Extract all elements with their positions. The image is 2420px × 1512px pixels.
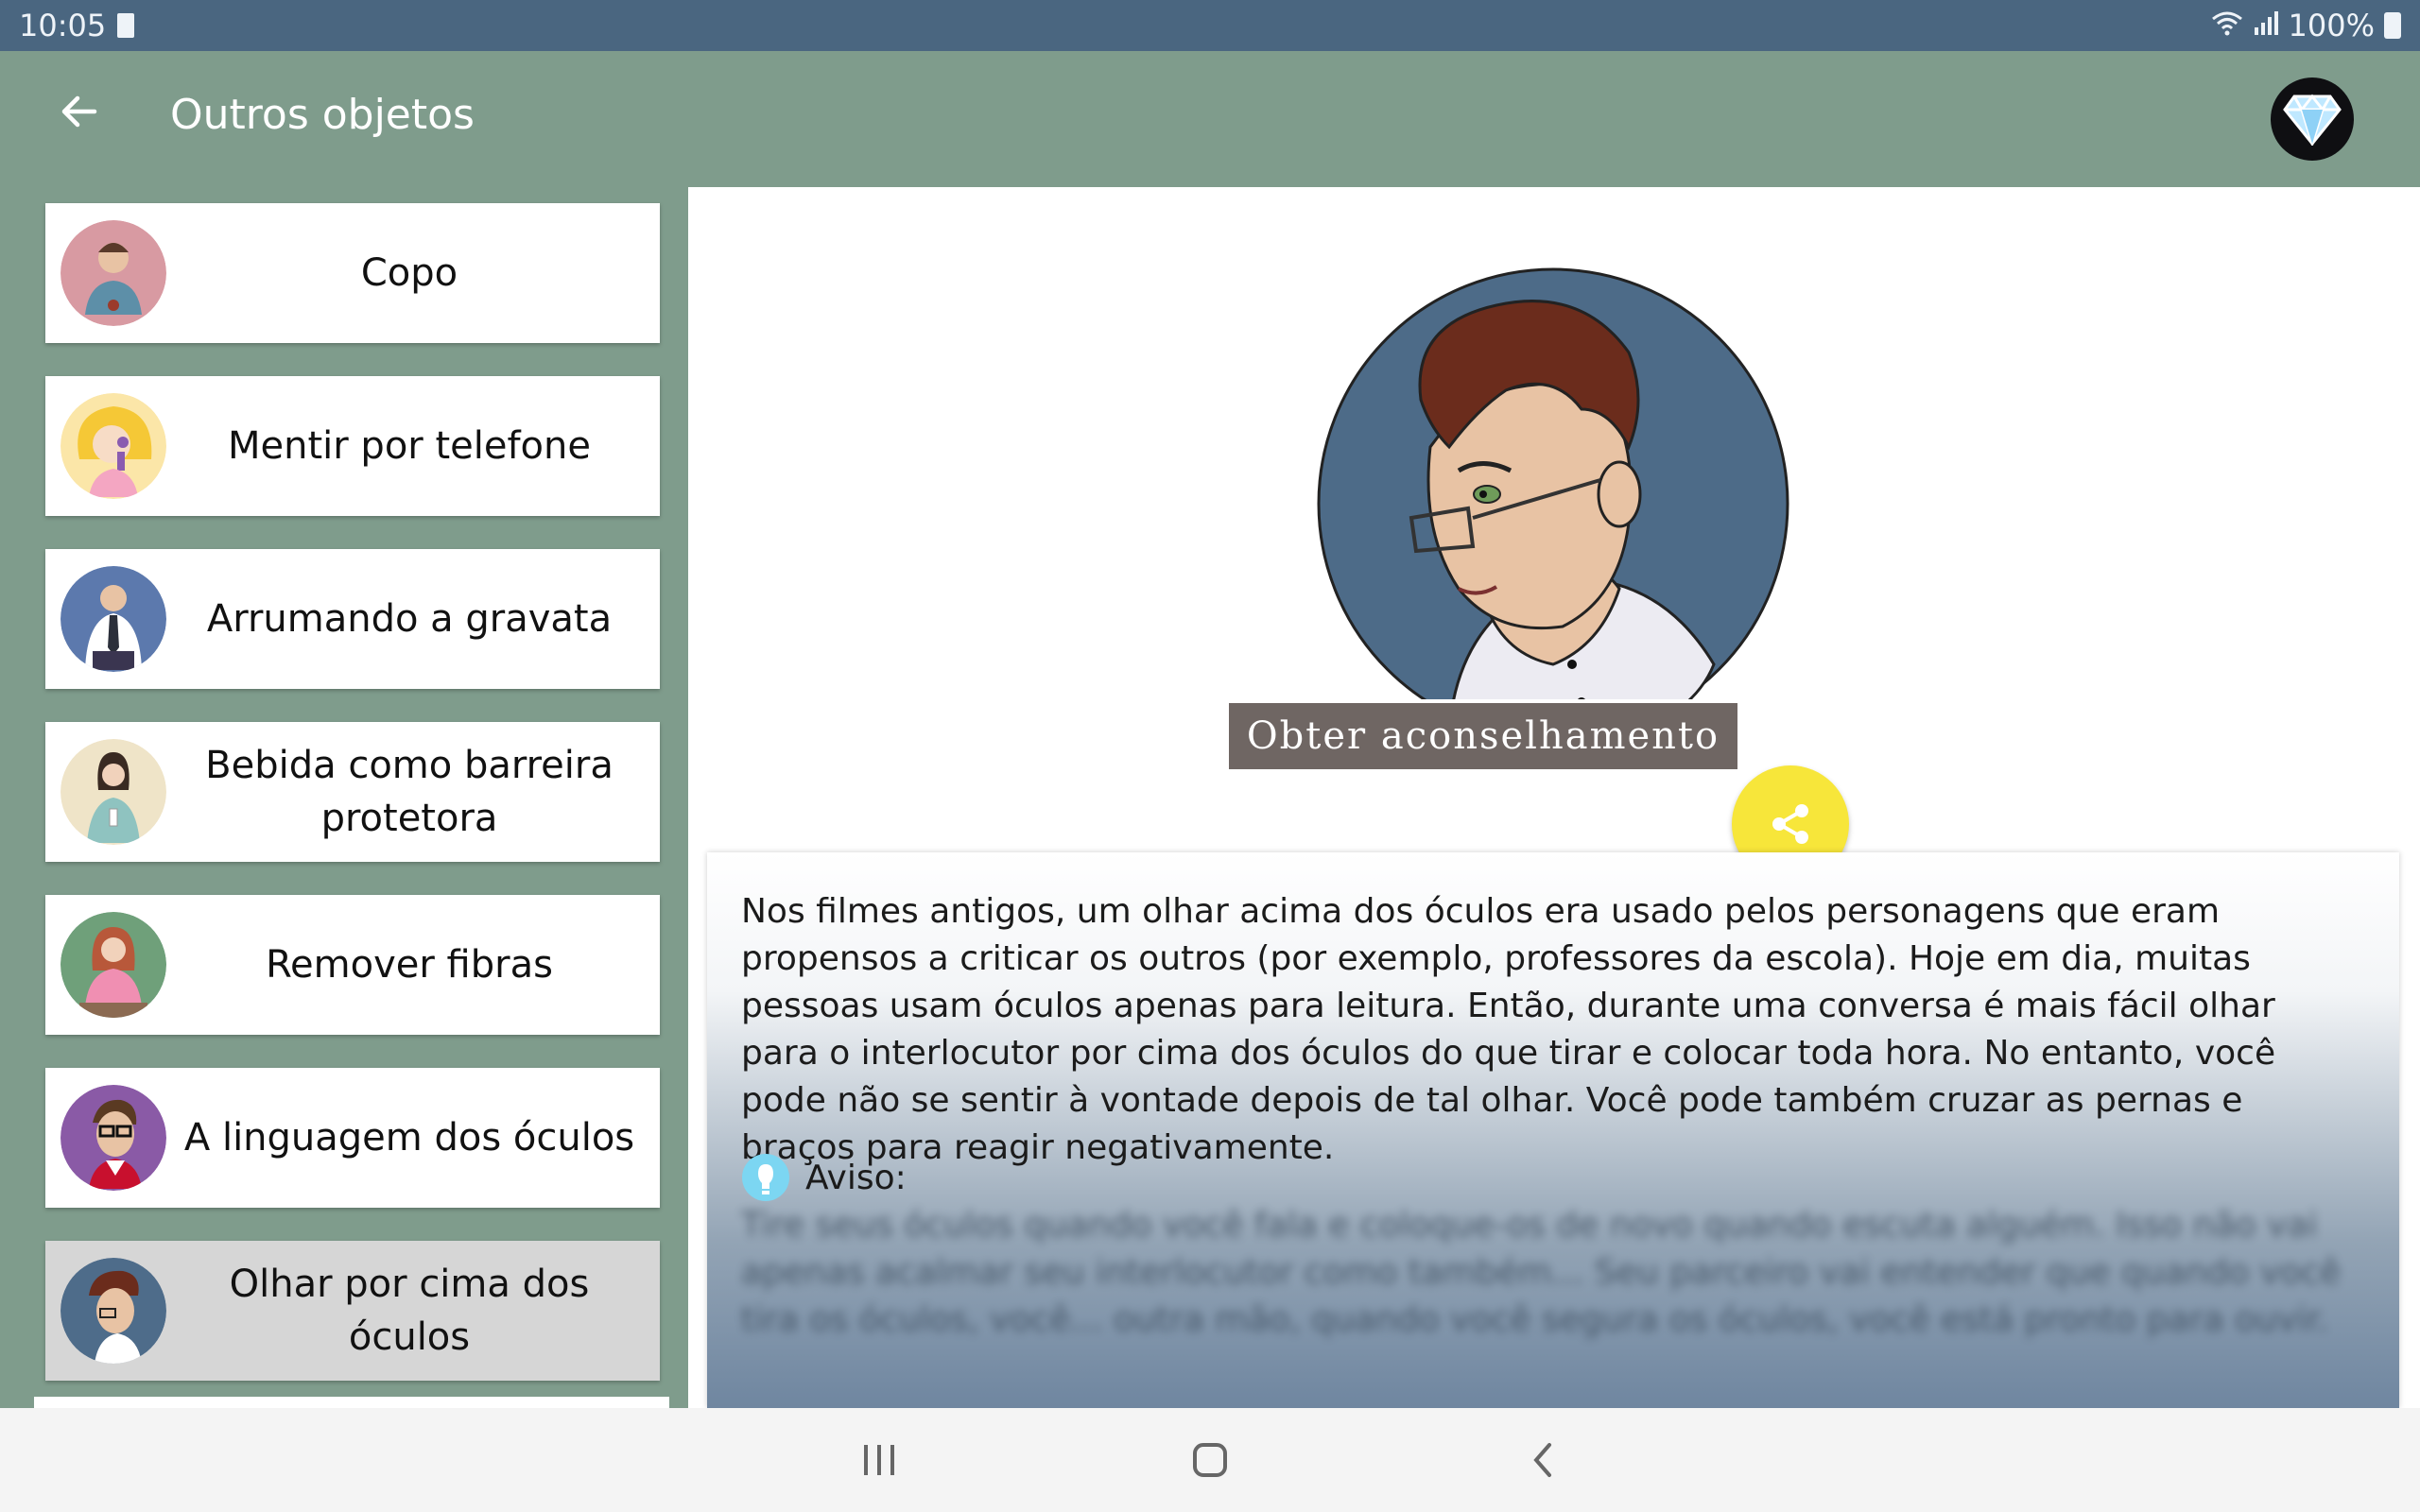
tip-blurred-text: Tire seus óculos quando você fala e colo… xyxy=(741,1206,2342,1339)
hero-illustration xyxy=(1317,267,1789,740)
avatar-fibers xyxy=(60,912,166,1018)
tip-header: Aviso: xyxy=(741,1153,907,1202)
list-item-label: Bebida como barreira protetora xyxy=(205,744,614,840)
status-bar: 10:05 100% xyxy=(0,0,2420,51)
recents-icon[interactable] xyxy=(841,1427,917,1493)
list-item-mentir-por-telefone[interactable]: Mentir por telefone xyxy=(45,376,660,516)
list-item-label: A linguagem dos óculos xyxy=(183,1116,635,1160)
list-item-label: Copo xyxy=(360,251,458,295)
avatar-over-glasses xyxy=(60,1258,166,1364)
description-card: Nos filmes antigos, um olhar acima dos ó… xyxy=(707,852,2399,1408)
description-text: Nos filmes antigos, um olhar acima dos ó… xyxy=(741,892,2276,1167)
list-item-remover-fibras[interactable]: Remover fibras xyxy=(45,895,660,1035)
diamond-icon xyxy=(2283,94,2342,146)
battery-saver-icon xyxy=(117,13,134,38)
status-time: 10:05 xyxy=(19,8,107,43)
premium-diamond-button[interactable] xyxy=(2271,77,2354,161)
signal-icon xyxy=(2253,10,2279,42)
list-item-label: Olhar por cima dos óculos xyxy=(229,1263,590,1359)
avatar-drink xyxy=(60,739,166,845)
home-icon[interactable] xyxy=(1172,1427,1248,1493)
page-title: Outros objetos xyxy=(170,91,475,139)
content-panel: Nos filmes antigos, um olhar acima dos ó… xyxy=(688,187,2420,1408)
avatar-glasses xyxy=(60,1085,166,1191)
list-item-copo[interactable]: Copo xyxy=(45,203,660,343)
list-item-label: Mentir por telefone xyxy=(228,424,591,468)
wifi-icon xyxy=(2211,9,2243,43)
list-item-label: Arrumando a gravata xyxy=(206,597,613,641)
battery-icon xyxy=(2384,12,2401,39)
nav-back-icon[interactable] xyxy=(1505,1427,1581,1493)
battery-percent: 100% xyxy=(2288,8,2375,43)
app-bar: Outros objetos xyxy=(0,51,2420,187)
ad-banner[interactable] xyxy=(34,1397,669,1408)
list-item-linguagem-dos-oculos[interactable]: A linguagem dos óculos xyxy=(45,1068,660,1208)
list-item-label: Remover fibras xyxy=(266,943,553,987)
list-item-arrumando-a-gravata[interactable]: Arrumando a gravata xyxy=(45,549,660,689)
list-item-bebida-como-barreira[interactable]: Bebida como barreira protetora xyxy=(45,722,660,862)
list-item-olhar-por-cima[interactable]: Olhar por cima dos óculos xyxy=(45,1241,660,1381)
avatar-tie xyxy=(60,566,166,672)
system-nav-bar xyxy=(0,1408,2420,1512)
avatar-phone xyxy=(60,393,166,499)
lightbulb-icon xyxy=(742,1154,789,1201)
status-right: 100% xyxy=(2211,8,2401,43)
share-icon xyxy=(1772,804,1808,844)
sidebar: Copo Mentir por telefone Arrumando a gra… xyxy=(0,187,688,1408)
get-advice-button[interactable]: Obter aconselhamento xyxy=(1225,699,1741,773)
tip-label: Aviso: xyxy=(805,1158,907,1197)
avatar-copo xyxy=(60,220,166,326)
back-arrow-icon[interactable] xyxy=(51,89,108,146)
